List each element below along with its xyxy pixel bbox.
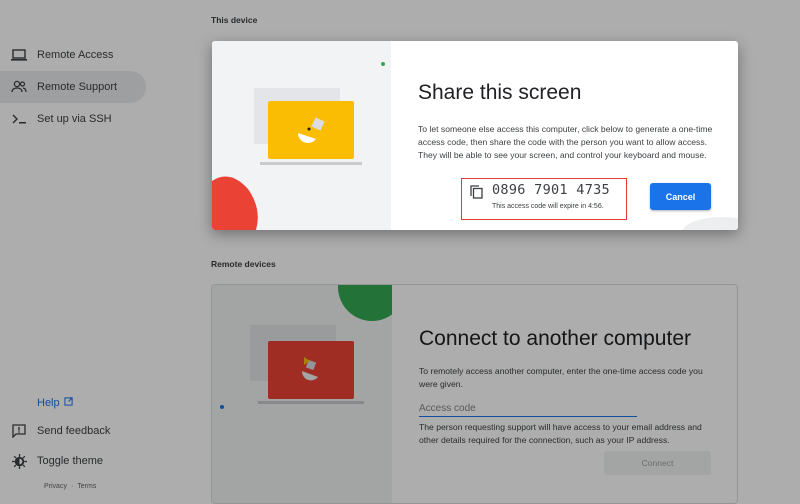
access-code: 0896 7901 4735 — [492, 182, 610, 198]
share-screen-dialog: Share this screen To let someone else ac… — [212, 41, 738, 230]
dialog-title: Share this screen — [418, 81, 582, 104]
dialog-description: To let someone else access this computer… — [418, 124, 713, 160]
share-illustration — [212, 41, 391, 230]
expire-text: This access code will expire in 4:56. — [492, 203, 604, 210]
cancel-button[interactable]: Cancel — [650, 183, 711, 210]
decorative-blob — [682, 217, 738, 230]
access-code-box: 0896 7901 4735 This access code will exp… — [461, 178, 627, 220]
copy-icon[interactable] — [467, 183, 485, 201]
